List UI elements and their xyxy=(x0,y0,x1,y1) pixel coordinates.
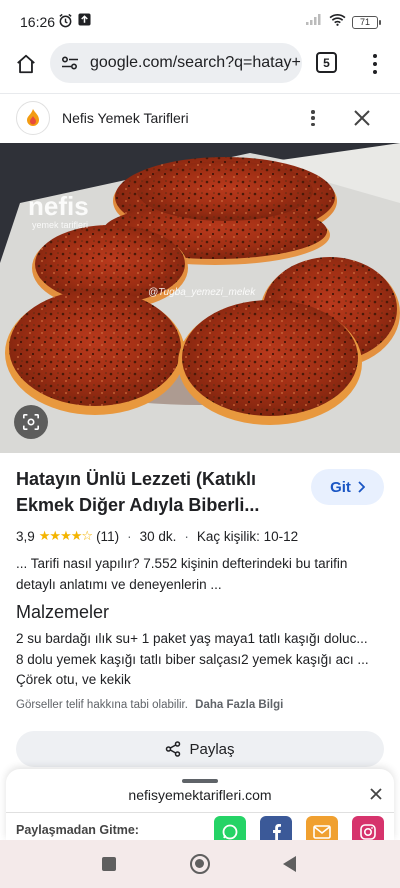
photo-credit: @Tugba_yemezi_melek xyxy=(148,287,256,298)
recipe-title[interactable]: Hatayın Ünlü Lezzeti (Katıklı Ekmek Diğe… xyxy=(16,466,286,518)
rating-row: 3,9 ★★★★☆ (11) · 30 dk. · Kaç kişilik: 1… xyxy=(16,528,298,544)
share-button[interactable]: Paylaş xyxy=(16,731,384,767)
share-sheet-domain: nefisyemektarifleri.com xyxy=(128,787,272,803)
tab-switcher-button[interactable]: 5 xyxy=(316,52,337,73)
copyright-text: Görseller telif hakkına tabi olabilir. xyxy=(16,699,188,711)
rating-value: 3,9 xyxy=(16,528,35,544)
drag-handle[interactable] xyxy=(182,779,218,783)
share-without-leaving-label: Paylaşmadan Gitme: xyxy=(16,823,139,837)
address-bar[interactable]: google.com/search?q=hatay+ xyxy=(50,43,302,83)
ingredient-item: Çörek otu, ve kekik xyxy=(16,672,131,687)
share-sheet-close-button[interactable] xyxy=(368,786,384,802)
lens-icon xyxy=(22,413,40,431)
instagram-icon[interactable] xyxy=(352,816,384,840)
sheet-close-button[interactable] xyxy=(350,106,374,130)
ingredient-item: 2 su bardağı ılık su+ 1 paket yaş maya1 … xyxy=(16,631,368,646)
recipe-image[interactable]: nefis yemek tarifleri @Tugba_yemezi_mele… xyxy=(0,143,400,453)
ingredients-list: 2 su bardağı ılık su+ 1 paket yaş maya1 … xyxy=(16,629,384,691)
system-navigation-bar xyxy=(0,840,400,888)
browser-toolbar: google.com/search?q=hatay+ 5 xyxy=(0,40,400,90)
share-bottom-sheet: nefisyemektarifleri.com Paylaşmadan Gitm… xyxy=(6,769,394,840)
battery-indicator: 71 xyxy=(352,15,381,29)
status-time: 16:26 xyxy=(20,14,56,30)
watermark-brand: nefis xyxy=(28,191,89,221)
cook-time: 30 dk. xyxy=(139,528,177,544)
chevron-right-icon xyxy=(358,481,365,493)
divider xyxy=(6,812,394,813)
url-text: google.com/search?q=hatay+ xyxy=(90,54,301,71)
back-button[interactable] xyxy=(283,856,296,872)
separator: · xyxy=(127,528,132,544)
result-snippet: ... Tarifi nasıl yapılır? 7.552 kişinin … xyxy=(16,556,348,592)
close-icon xyxy=(354,110,370,126)
flame-icon xyxy=(27,109,39,126)
alarm-icon xyxy=(58,13,73,33)
separator: · xyxy=(184,528,189,544)
home-icon xyxy=(17,54,35,74)
copyright-notice: Görseller telif hakkına tabi olabilir. D… xyxy=(16,699,283,711)
recents-button[interactable] xyxy=(102,857,116,871)
servings: Kaç kişilik: 10-12 xyxy=(196,528,299,544)
ingredients-heading: Malzemeler xyxy=(16,602,110,622)
go-button-label: Git xyxy=(330,478,351,496)
status-bar: 16:26 71 xyxy=(0,0,400,40)
star-rating-icon: ★★★★☆ xyxy=(38,528,93,543)
watermark-sub: yemek tarifleri xyxy=(32,220,88,230)
more-info-link[interactable]: Daha Fazla Bilgi xyxy=(195,699,283,711)
wifi-icon xyxy=(329,13,346,31)
site-name: Nefis Yemek Tarifleri xyxy=(62,110,189,126)
status-icons: 71 xyxy=(305,13,381,31)
facebook-icon[interactable] xyxy=(260,816,292,840)
share-button-label: Paylaş xyxy=(189,740,235,758)
signal-icon xyxy=(305,13,323,31)
lens-search-button[interactable] xyxy=(14,405,48,439)
review-count: (11) xyxy=(96,528,120,544)
site-settings-icon[interactable] xyxy=(60,53,80,73)
sheet-more-button[interactable] xyxy=(305,108,321,128)
home-nav-button[interactable] xyxy=(190,854,210,874)
browser-menu-button[interactable] xyxy=(364,52,386,76)
close-icon xyxy=(370,788,382,800)
upload-notification-icon xyxy=(78,13,91,31)
go-button[interactable]: Git xyxy=(311,469,384,505)
site-logo xyxy=(16,101,50,135)
home-button[interactable] xyxy=(12,50,40,78)
whatsapp-icon[interactable] xyxy=(214,816,246,840)
preview-sheet-header: Nefis Yemek Tarifleri xyxy=(0,93,400,143)
ingredient-item: 8 dolu yemek kaşığı tatlı biber salçası2… xyxy=(16,651,369,667)
email-icon[interactable] xyxy=(306,816,338,840)
share-icon xyxy=(166,741,181,757)
